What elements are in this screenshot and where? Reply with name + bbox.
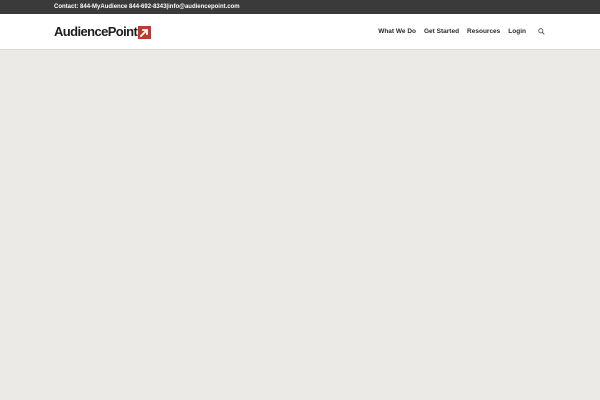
site-logo[interactable]: AudiencePoint — [54, 24, 152, 40]
nav-what-we-do[interactable]: What We Do — [378, 28, 416, 35]
contact-label: Contact: — [54, 4, 79, 10]
search-icon[interactable] — [538, 28, 545, 35]
logo-text: AudiencePoint — [54, 24, 138, 39]
main-content-area — [0, 50, 600, 400]
nav-get-started[interactable]: Get Started — [424, 28, 459, 35]
site-header: AudiencePoint What We Do Get Started Res… — [0, 14, 600, 50]
top-contact-bar: Contact: 844-MyAudience 844-692-8343|inf… — [0, 0, 600, 14]
phone-vanity-link[interactable]: 844-MyAudience — [80, 0, 127, 14]
phone-number-link[interactable]: 844-692-8343 — [129, 0, 166, 14]
nav-resources[interactable]: Resources — [467, 28, 500, 35]
main-nav: What We Do Get Started Resources Login — [370, 14, 545, 49]
email-link[interactable]: info@audiencepoint.com — [168, 0, 240, 14]
logo-arrow-icon — [138, 25, 152, 39]
nav-login[interactable]: Login — [508, 28, 526, 35]
contact-info: Contact: 844-MyAudience 844-692-8343|inf… — [54, 0, 240, 14]
